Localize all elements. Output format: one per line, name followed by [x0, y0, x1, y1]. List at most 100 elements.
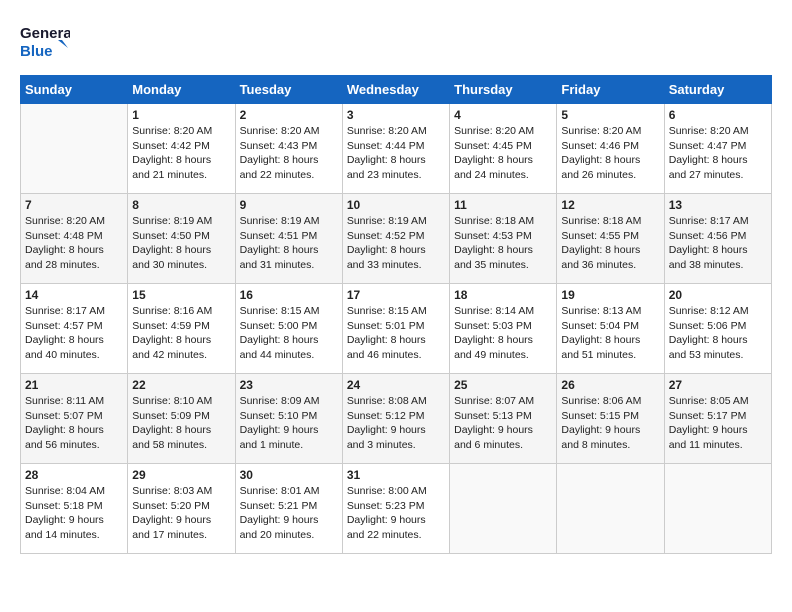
calendar-cell: 11Sunrise: 8:18 AM Sunset: 4:53 PM Dayli… [450, 194, 557, 284]
day-number: 1 [132, 108, 230, 122]
day-info: Sunrise: 8:17 AM Sunset: 4:56 PM Dayligh… [669, 214, 767, 273]
day-info: Sunrise: 8:05 AM Sunset: 5:17 PM Dayligh… [669, 394, 767, 453]
page-header: GeneralBlue [20, 20, 772, 65]
calendar-cell: 19 Sunrise: 8:13 AM Sunset: 5:04 PM Dayli… [557, 284, 664, 374]
day-info: Sunrise: 8:01 AM Sunset: 5:21 PM Dayligh… [240, 484, 338, 543]
day-number: 4 [454, 108, 552, 122]
weekday-header: Thursday [450, 76, 557, 104]
calendar-cell: 27 Sunrise: 8:05 AM Sunset: 5:17 PM Dayli… [664, 374, 771, 464]
day-info: Sunrise: 8:00 AM Sunset: 5:23 PM Dayligh… [347, 484, 445, 543]
calendar-cell: 23 Sunrise: 8:09 AM Sunset: 5:10 PM Dayli… [235, 374, 342, 464]
day-info: Sunrise: 8:17 AM Sunset: 4:57 PM Dayligh… [25, 304, 123, 363]
calendar-cell: 17 Sunrise: 8:15 AM Sunset: 5:01 PM Dayli… [342, 284, 449, 374]
weekday-header: Wednesday [342, 76, 449, 104]
calendar-week-row: 1 Sunrise: 8:20 AM Sunset: 4:42 PM Daylig… [21, 104, 772, 194]
day-number: 10 [347, 198, 445, 212]
calendar-cell: 6 Sunrise: 8:20 AM Sunset: 4:47 PM Daylig… [664, 104, 771, 194]
day-number: 27 [669, 378, 767, 392]
day-number: 25 [454, 378, 552, 392]
day-info: Sunrise: 8:09 AM Sunset: 5:10 PM Dayligh… [240, 394, 338, 453]
day-number: 13 [669, 198, 767, 212]
day-number: 16 [240, 288, 338, 302]
day-number: 8 [132, 198, 230, 212]
day-number: 6 [669, 108, 767, 122]
day-number: 26 [561, 378, 659, 392]
calendar-cell: 30Sunrise: 8:01 AM Sunset: 5:21 PM Dayli… [235, 464, 342, 554]
day-number: 3 [347, 108, 445, 122]
day-info: Sunrise: 8:15 AM Sunset: 5:01 PM Dayligh… [347, 304, 445, 363]
day-info: Sunrise: 8:19 AM Sunset: 4:52 PM Dayligh… [347, 214, 445, 273]
day-info: Sunrise: 8:20 AM Sunset: 4:46 PM Dayligh… [561, 124, 659, 183]
calendar-cell: 1 Sunrise: 8:20 AM Sunset: 4:42 PM Daylig… [128, 104, 235, 194]
calendar-cell: 14 Sunrise: 8:17 AM Sunset: 4:57 PM Dayli… [21, 284, 128, 374]
logo-svg: GeneralBlue [20, 20, 70, 65]
day-number: 19 [561, 288, 659, 302]
day-number: 15 [132, 288, 230, 302]
day-number: 14 [25, 288, 123, 302]
weekday-header: Friday [557, 76, 664, 104]
calendar-cell [450, 464, 557, 554]
day-number: 18 [454, 288, 552, 302]
day-info: Sunrise: 8:14 AM Sunset: 5:03 PM Dayligh… [454, 304, 552, 363]
day-number: 7 [25, 198, 123, 212]
day-number: 22 [132, 378, 230, 392]
day-info: Sunrise: 8:10 AM Sunset: 5:09 PM Dayligh… [132, 394, 230, 453]
day-number: 9 [240, 198, 338, 212]
day-number: 17 [347, 288, 445, 302]
calendar-cell: 8Sunrise: 8:19 AM Sunset: 4:50 PM Daylig… [128, 194, 235, 284]
day-info: Sunrise: 8:20 AM Sunset: 4:42 PM Dayligh… [132, 124, 230, 183]
weekday-header: Saturday [664, 76, 771, 104]
calendar-cell: 13 Sunrise: 8:17 AM Sunset: 4:56 PM Dayli… [664, 194, 771, 284]
calendar-cell: 29Sunrise: 8:03 AM Sunset: 5:20 PM Dayli… [128, 464, 235, 554]
day-info: Sunrise: 8:12 AM Sunset: 5:06 PM Dayligh… [669, 304, 767, 363]
day-number: 28 [25, 468, 123, 482]
day-number: 24 [347, 378, 445, 392]
day-number: 20 [669, 288, 767, 302]
calendar-cell: 7Sunrise: 8:20 AM Sunset: 4:48 PM Daylig… [21, 194, 128, 284]
calendar-cell: 9 Sunrise: 8:19 AM Sunset: 4:51 PM Daylig… [235, 194, 342, 284]
day-number: 23 [240, 378, 338, 392]
svg-text:General: General [20, 25, 70, 42]
calendar-table: SundayMondayTuesdayWednesdayThursdayFrid… [20, 75, 772, 554]
day-info: Sunrise: 8:20 AM Sunset: 4:43 PM Dayligh… [240, 124, 338, 183]
day-info: Sunrise: 8:16 AM Sunset: 4:59 PM Dayligh… [132, 304, 230, 363]
day-number: 2 [240, 108, 338, 122]
day-info: Sunrise: 8:03 AM Sunset: 5:20 PM Dayligh… [132, 484, 230, 543]
calendar-cell: 25 Sunrise: 8:07 AM Sunset: 5:13 PM Dayli… [450, 374, 557, 464]
calendar-cell: 31 Sunrise: 8:00 AM Sunset: 5:23 PM Dayli… [342, 464, 449, 554]
calendar-cell: 15 Sunrise: 8:16 AM Sunset: 4:59 PM Dayli… [128, 284, 235, 374]
day-info: Sunrise: 8:19 AM Sunset: 4:51 PM Dayligh… [240, 214, 338, 273]
calendar-cell: 28 Sunrise: 8:04 AM Sunset: 5:18 PM Dayli… [21, 464, 128, 554]
calendar-cell: 24Sunrise: 8:08 AM Sunset: 5:12 PM Dayli… [342, 374, 449, 464]
day-info: Sunrise: 8:13 AM Sunset: 5:04 PM Dayligh… [561, 304, 659, 363]
day-number: 12 [561, 198, 659, 212]
calendar-cell: 21Sunrise: 8:11 AM Sunset: 5:07 PM Dayli… [21, 374, 128, 464]
calendar-cell: 5 Sunrise: 8:20 AM Sunset: 4:46 PM Daylig… [557, 104, 664, 194]
day-info: Sunrise: 8:07 AM Sunset: 5:13 PM Dayligh… [454, 394, 552, 453]
calendar-cell [664, 464, 771, 554]
calendar-week-row: 14 Sunrise: 8:17 AM Sunset: 4:57 PM Dayli… [21, 284, 772, 374]
day-info: Sunrise: 8:20 AM Sunset: 4:47 PM Dayligh… [669, 124, 767, 183]
day-info: Sunrise: 8:04 AM Sunset: 5:18 PM Dayligh… [25, 484, 123, 543]
day-number: 31 [347, 468, 445, 482]
calendar-cell: 22 Sunrise: 8:10 AM Sunset: 5:09 PM Dayli… [128, 374, 235, 464]
calendar-cell: 10 Sunrise: 8:19 AM Sunset: 4:52 PM Dayli… [342, 194, 449, 284]
day-number: 5 [561, 108, 659, 122]
logo: GeneralBlue [20, 20, 70, 65]
weekday-header: Tuesday [235, 76, 342, 104]
day-info: Sunrise: 8:06 AM Sunset: 5:15 PM Dayligh… [561, 394, 659, 453]
calendar-cell: 20 Sunrise: 8:12 AM Sunset: 5:06 PM Dayli… [664, 284, 771, 374]
day-info: Sunrise: 8:20 AM Sunset: 4:45 PM Dayligh… [454, 124, 552, 183]
calendar-week-row: 28 Sunrise: 8:04 AM Sunset: 5:18 PM Dayli… [21, 464, 772, 554]
calendar-cell: 2 Sunrise: 8:20 AM Sunset: 4:43 PM Daylig… [235, 104, 342, 194]
day-number: 21 [25, 378, 123, 392]
calendar-week-row: 21Sunrise: 8:11 AM Sunset: 5:07 PM Dayli… [21, 374, 772, 464]
calendar-cell: 3Sunrise: 8:20 AM Sunset: 4:44 PM Daylig… [342, 104, 449, 194]
calendar-cell: 4 Sunrise: 8:20 AM Sunset: 4:45 PM Daylig… [450, 104, 557, 194]
calendar-cell: 18 Sunrise: 8:14 AM Sunset: 5:03 PM Dayli… [450, 284, 557, 374]
calendar-cell: 12Sunrise: 8:18 AM Sunset: 4:55 PM Dayli… [557, 194, 664, 284]
calendar-cell: 26 Sunrise: 8:06 AM Sunset: 5:15 PM Dayli… [557, 374, 664, 464]
day-number: 11 [454, 198, 552, 212]
calendar-cell [21, 104, 128, 194]
calendar-cell: 16Sunrise: 8:15 AM Sunset: 5:00 PM Dayli… [235, 284, 342, 374]
